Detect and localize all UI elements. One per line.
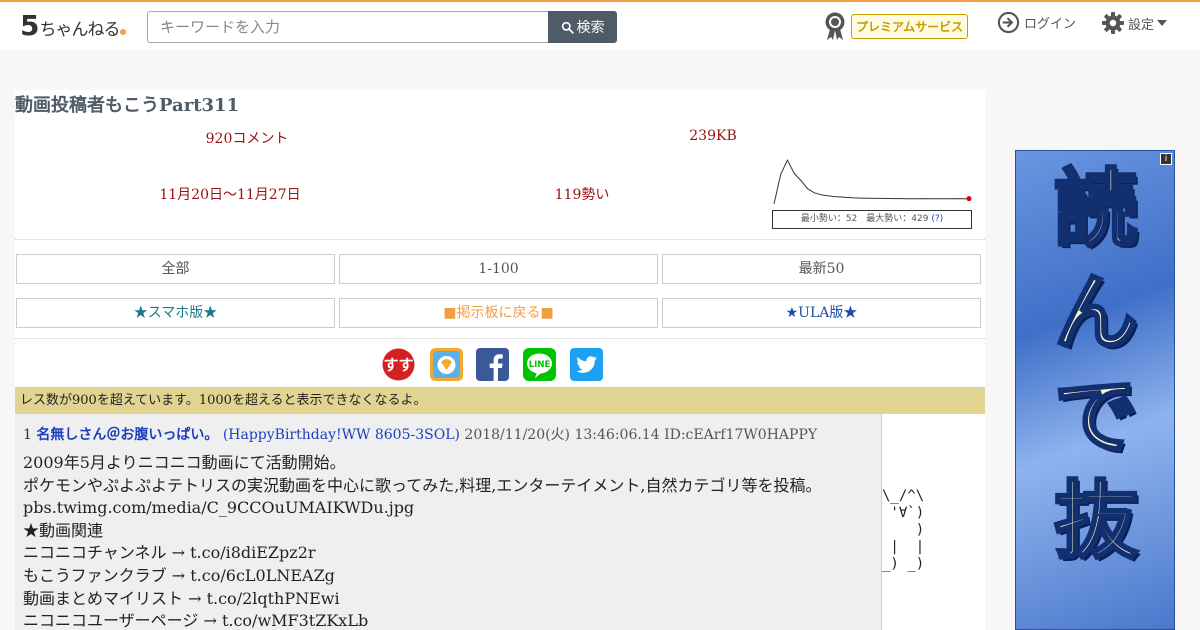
- momentum: 119勢い: [554, 187, 610, 203]
- award-ribbon-icon: [825, 12, 845, 40]
- search-button[interactable]: 検索: [548, 11, 617, 43]
- thread-title: 動画投稿者もこうPart311: [15, 95, 240, 116]
- post-id[interactable]: ID:cEArf17W0HAPPY: [664, 427, 817, 443]
- site-logo[interactable]: 5 ちゃんねる: [20, 9, 127, 42]
- sumaho-icon[interactable]: すす: [382, 348, 415, 381]
- post-datetime: 2018/11/20(火) 13:46:06.14: [464, 427, 660, 443]
- search-button-label: 検索: [576, 20, 605, 36]
- login-icon: [997, 11, 1020, 34]
- post-line: 2009年5月よりニコニコ動画にて活動開始。: [23, 453, 346, 472]
- momentum-current-point: [966, 196, 972, 202]
- logo-dot-icon: [120, 29, 127, 35]
- nav-range-button[interactable]: 1-100: [339, 254, 658, 284]
- logo-text: ちゃんねる: [39, 20, 120, 40]
- nav-all-button[interactable]: 全部: [16, 254, 335, 284]
- settings-menu[interactable]: 設定: [1101, 11, 1168, 35]
- post-line: ポケモンやぷよぷよテトリスの実況動画を中心に歌ってみた,料理,エンターテイメント…: [23, 475, 822, 495]
- line-icon[interactable]: LINE: [523, 348, 556, 381]
- post-line-link[interactable]: もこうファンクラブ → t.co/6cL0LNEAZg: [23, 565, 878, 588]
- login-link[interactable]: ログイン: [997, 11, 1076, 34]
- post-body: 2009年5月よりニコニコ動画にて活動開始。 ポケモンやぷよぷよテトリスの実況動…: [23, 452, 878, 630]
- post-author-trip: (HappyBirthday!WW 8605-3SOL): [222, 427, 460, 443]
- ula-version-button[interactable]: ★ULA版★: [662, 298, 981, 328]
- search-icon: [561, 21, 574, 34]
- login-label: ログイン: [1024, 17, 1077, 32]
- divider: [15, 338, 985, 339]
- post-header: 1 名無しさん＠お腹いっぱい。 (HappyBirthday!WW 8605-3…: [23, 424, 817, 444]
- twitter-icon[interactable]: [570, 348, 603, 381]
- caret-down-icon: [1157, 20, 1168, 26]
- gear-icon: [1102, 12, 1124, 34]
- momentum-help-link[interactable]: (?): [931, 214, 943, 224]
- premium-badge: プレミアムサービス: [851, 13, 969, 39]
- ascii-art: \_/^\ '∀`) ) | | _) _): [882, 488, 925, 572]
- date-range: 11月20日〜11月27日: [159, 187, 301, 203]
- divider: [15, 239, 985, 240]
- search-input[interactable]: [147, 11, 549, 43]
- facebook-icon[interactable]: [476, 348, 509, 381]
- advertisement-banner[interactable]: 読んで抜 i: [1015, 150, 1175, 630]
- site-header: 5 ちゃんねる 検索 プレミアムサービス ログイン: [0, 2, 1200, 50]
- post-line: ★動画関連: [23, 520, 104, 540]
- logo-number: 5: [20, 9, 40, 42]
- bookmark-icon[interactable]: [430, 348, 463, 381]
- ad-text: 読んで抜: [1052, 158, 1139, 572]
- momentum-legend: 最小勢い：52 最大勢い：429 (?): [772, 210, 972, 229]
- premium-service-link[interactable]: プレミアムサービス: [823, 11, 969, 41]
- momentum-graph: [772, 156, 972, 206]
- post-line-link[interactable]: 動画まとめマイリスト → t.co/2lqthPNEwi: [23, 588, 878, 611]
- ad-info-icon[interactable]: i: [1160, 153, 1172, 165]
- post-line-link[interactable]: ニコニコユーザーページ → t.co/wMF3tZKxLb: [23, 610, 878, 630]
- sumaho-icon-label: すす: [383, 356, 413, 374]
- momentum-legend-text: 最小勢い：52 最大勢い：429: [800, 214, 929, 224]
- comment-count: 920コメント: [205, 131, 289, 147]
- smartphone-version-button[interactable]: ★スマホ版★: [16, 298, 335, 328]
- settings-label: 設定: [1128, 17, 1155, 33]
- post-line-link[interactable]: ニコニコチャンネル → t.co/i8diEZpz2r: [23, 542, 878, 565]
- momentum-series-line: [773, 158, 969, 205]
- back-to-board-button[interactable]: ■掲示板に戻る■: [339, 298, 658, 328]
- warning-banner: レス数が900を超えています。1000を超えると表示できなくなるよ。: [15, 387, 985, 414]
- post-line-link[interactable]: pbs.twimg.com/media/C_9CCOuUMAIKWDu.jpg: [23, 497, 878, 520]
- nav-latest-button[interactable]: 最新50: [662, 254, 981, 284]
- line-icon-label: LINE: [529, 360, 551, 370]
- post-author-name: 名無しさん＠お腹いっぱい。: [36, 427, 219, 443]
- thread-size: 239KB: [689, 128, 737, 144]
- post-number[interactable]: 1: [23, 427, 32, 443]
